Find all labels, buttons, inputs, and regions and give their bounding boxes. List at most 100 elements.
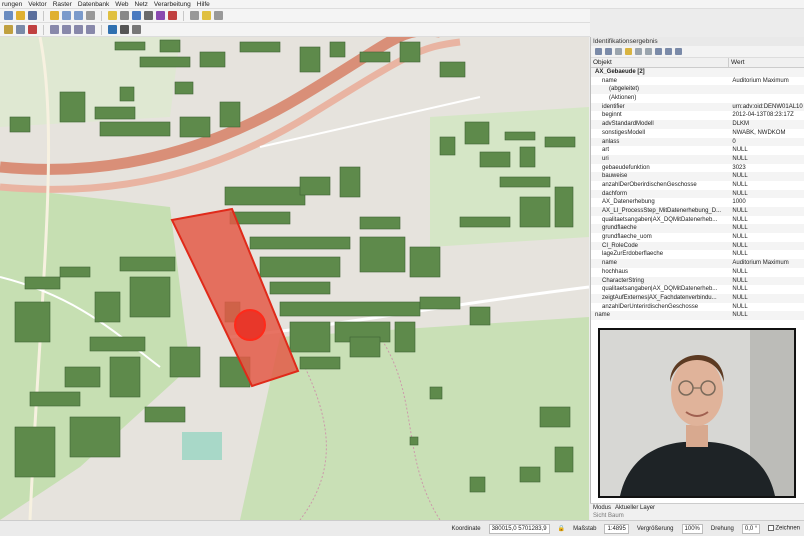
rotation-field[interactable]: 0,0 °	[741, 523, 761, 534]
new-project-icon[interactable]	[4, 11, 13, 20]
text-annotation-icon[interactable]	[214, 11, 223, 20]
delete-feature-icon[interactable]	[28, 25, 37, 34]
attribute-row[interactable]: anlass 0	[591, 137, 804, 147]
save-project-icon[interactable]	[28, 11, 37, 20]
attribute-key: AX_Datenerhebung	[602, 199, 655, 206]
column-header-object[interactable]: Objekt	[591, 58, 729, 67]
menu-item-mesh[interactable]: Netz	[135, 1, 148, 8]
undo-icon[interactable]	[74, 25, 83, 34]
attribute-row[interactable]: art NULL	[591, 146, 804, 155]
help-icon[interactable]	[675, 48, 682, 55]
attribute-row[interactable]: uri NULL	[591, 154, 804, 164]
feature-row[interactable]: AX_Gebaeude [2]	[591, 68, 804, 77]
coordinate-field[interactable]: 380015,0 5701283,9	[488, 523, 550, 534]
tree-header: Objekt Wert	[591, 58, 804, 68]
scale-field[interactable]: 1:4895	[604, 523, 629, 534]
results-tree[interactable]: AX_Gebaeude [2] name Auditorium Maximum (ab…	[591, 68, 804, 320]
attribute-value: Auditorium Maximum	[732, 77, 789, 84]
attribute-row[interactable]: qualitaetsangaben|AX_DQMitDatenerheb... N…	[591, 216, 804, 225]
menu-item-processing[interactable]: Verarbeitung	[154, 1, 191, 8]
attribute-row[interactable]: anzahlDerUnterirdischenGeschosse NULL	[591, 303, 804, 312]
identify-icon[interactable]	[132, 11, 141, 20]
attribute-value: NULL	[732, 216, 748, 223]
attribute-value: NULL	[732, 286, 748, 293]
menu-item-database[interactable]: Datenbank	[78, 1, 109, 8]
map-canvas[interactable]	[0, 37, 589, 520]
save-edits-icon[interactable]	[16, 25, 25, 34]
edit-toolbar	[0, 23, 590, 37]
menu-item-vector[interactable]: Vektor	[28, 1, 46, 8]
vertex-tool-icon[interactable]	[62, 25, 71, 34]
toggle-editing-icon[interactable]	[4, 25, 13, 34]
magnify-field[interactable]: 100%	[681, 523, 703, 534]
plugin-icon[interactable]	[132, 25, 141, 34]
attribute-row[interactable]: AX_LI_ProcessStep_MitDatenerhebung_D... N…	[591, 207, 804, 216]
zoom-out-icon[interactable]	[74, 11, 83, 20]
menu-item-help[interactable]: Hilfe	[197, 1, 210, 8]
attribute-key: zeigtAufExternes|AX_Fachdatenverbindu...	[602, 294, 717, 301]
attribute-key: (abgeleitet)	[609, 86, 640, 93]
attribute-row[interactable]: bauweise NULL	[591, 172, 804, 181]
attribute-row[interactable]: hochhaus NULL	[591, 268, 804, 277]
render-toggle[interactable]: Zeichnen	[768, 525, 800, 532]
print-icon[interactable]	[645, 48, 652, 55]
toolbar-separator	[101, 10, 102, 21]
attribute-key: name	[602, 260, 618, 267]
attribute-row[interactable]: qualitaetsangaben|AX_DQMitDatenerheb... N…	[591, 285, 804, 294]
expand-all-icon[interactable]	[595, 48, 602, 55]
menu-item-settings[interactable]: rungen	[2, 1, 22, 8]
attribute-row[interactable]: advStandardModell DLKM	[591, 120, 804, 129]
attribute-table-icon[interactable]	[144, 11, 153, 20]
attribute-key: dachform	[602, 190, 628, 197]
attribute-row[interactable]: beginnt 2012-04-13T08:23:17Z	[591, 111, 804, 120]
attribute-row[interactable]: sonstigesModell NWABK, NWDKOM	[591, 129, 804, 138]
zoom-in-icon[interactable]	[62, 11, 71, 20]
python-console-icon[interactable]	[120, 25, 129, 34]
column-header-value[interactable]: Wert	[729, 58, 745, 67]
attribute-row[interactable]: CI_RoleCode NULL	[591, 241, 804, 251]
deselect-icon[interactable]	[120, 11, 129, 20]
attribute-key: gebaeudefunktion	[602, 164, 650, 171]
menu-item-raster[interactable]: Raster	[53, 1, 72, 8]
attribute-row[interactable]: name Auditorium Maximum	[591, 259, 804, 268]
expand-new-icon[interactable]	[615, 48, 622, 55]
attribute-row[interactable]: lageZurErdoberflaeche NULL	[591, 250, 804, 259]
field-calculator-icon[interactable]	[156, 11, 165, 20]
pan-icon[interactable]	[50, 11, 59, 20]
digitize-icon[interactable]	[50, 25, 59, 34]
select-feature-icon[interactable]	[108, 11, 117, 20]
attribute-row[interactable]: zeigtAufExternes|AX_Fachdatenverbindu...…	[591, 293, 804, 303]
redo-icon[interactable]	[86, 25, 95, 34]
copy-feature-icon[interactable]	[635, 48, 642, 55]
statistics-icon[interactable]	[168, 11, 177, 20]
view-select[interactable]: Baum	[608, 513, 624, 519]
settings-icon[interactable]	[665, 48, 672, 55]
attribute-row[interactable]: name NULL	[591, 311, 804, 320]
clear-results-icon[interactable]	[625, 48, 632, 55]
lock-icon[interactable]: 🔒	[558, 525, 565, 532]
attribute-row[interactable]: anzahlDerOberirdischenGeschosse NULL	[591, 181, 804, 190]
menu-item-web[interactable]: Web	[115, 1, 128, 8]
toolbar-separator	[43, 10, 44, 21]
collapse-all-icon[interactable]	[605, 48, 612, 55]
measure-icon[interactable]	[190, 11, 199, 20]
attribute-row[interactable]: dachform NULL	[591, 189, 804, 199]
attribute-row[interactable]: identifier urn:adv:oid:DENW01AL10	[591, 102, 804, 112]
rotation-label: Drehung	[710, 525, 734, 532]
attribute-row[interactable]: (abgeleitet)	[591, 85, 804, 95]
annotation-icon[interactable]	[202, 11, 211, 20]
coordinate-label: Koordinate	[451, 525, 481, 532]
attribute-row[interactable]: AX_Datenerhebung 1000	[591, 198, 804, 207]
attribute-row[interactable]: grundflaeche NULL	[591, 224, 804, 234]
attribute-value: NULL	[732, 208, 748, 214]
attribute-row[interactable]: (Aktionen)	[591, 94, 804, 103]
attribute-row[interactable]: grundflaeche_uom NULL	[591, 233, 804, 242]
open-project-icon[interactable]	[16, 11, 25, 20]
zoom-full-icon[interactable]	[86, 11, 95, 20]
attribute-row[interactable]: CharacterString NULL	[591, 276, 804, 286]
globe-icon[interactable]	[108, 25, 117, 34]
mode-select[interactable]: Aktueller Layer	[615, 504, 655, 512]
select-mode-icon[interactable]	[655, 48, 662, 55]
attribute-row[interactable]: name Auditorium Maximum	[591, 77, 804, 86]
attribute-row[interactable]: gebaeudefunktion 3023	[591, 164, 804, 173]
